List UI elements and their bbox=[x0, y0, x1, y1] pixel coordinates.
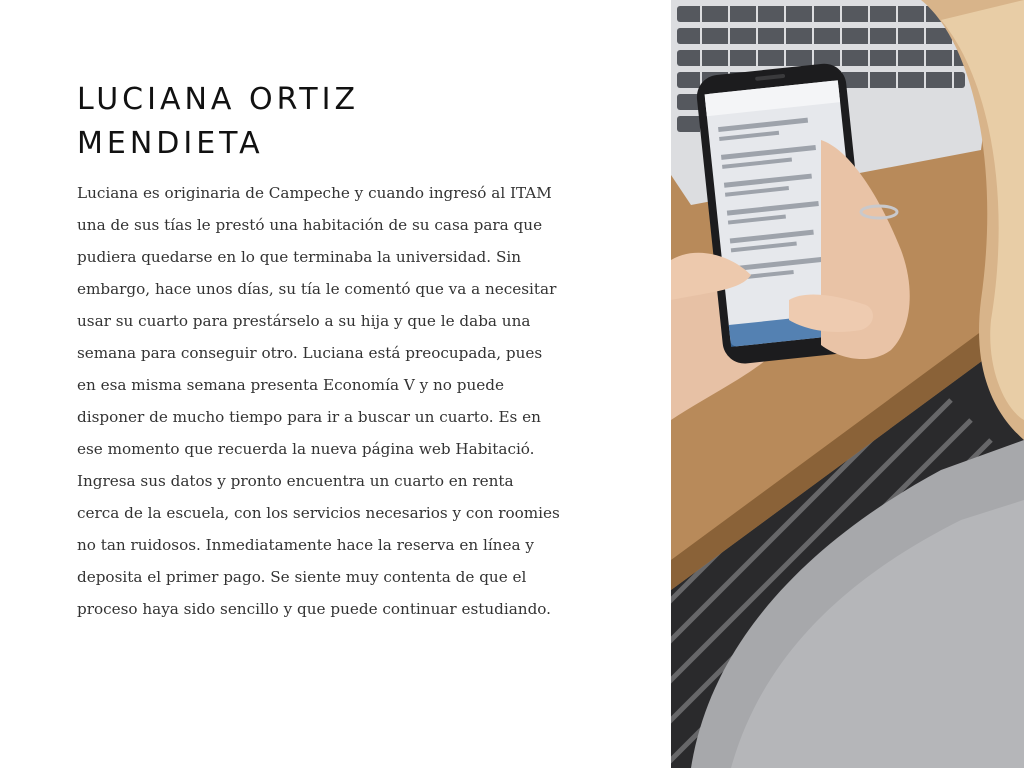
body-line: Luciana es originaria de Campeche y cuan… bbox=[77, 184, 552, 202]
body-line: no tan ruidosos. Inmediatamente hace la … bbox=[77, 536, 534, 554]
body-line: en esa misma semana presenta Economía V … bbox=[77, 376, 504, 394]
title-line-2: MENDIETA bbox=[77, 126, 264, 161]
body-line: cerca de la escuela, con los servicios n… bbox=[77, 504, 560, 522]
body-line: proceso haya sido sencillo y que puede c… bbox=[77, 600, 552, 618]
body-line: semana para conseguir otro. Luciana está… bbox=[77, 344, 543, 362]
body-line: usar su cuarto para prestárselo a su hij… bbox=[77, 312, 531, 330]
profile-description: Luciana es originaria de Campeche y cuan… bbox=[77, 177, 597, 625]
body-line: disponer de mucho tiempo para ir a busca… bbox=[77, 408, 541, 426]
body-line: Ingresa sus datos y pronto encuentra un … bbox=[77, 472, 514, 490]
text-panel: LUCIANA ORTIZ MENDIETA Luciana es origin… bbox=[0, 0, 671, 768]
slide: LUCIANA ORTIZ MENDIETA Luciana es origin… bbox=[0, 0, 1024, 768]
body-line: embargo, hace unos días, su tía le comen… bbox=[77, 280, 557, 298]
body-line: ese momento que recuerda la nueva página… bbox=[77, 440, 535, 458]
photo-woman-with-phone bbox=[671, 0, 1024, 768]
body-line: deposita el primer pago. Se siente muy c… bbox=[77, 568, 527, 586]
body-line: una de sus tías le prestó una habitación… bbox=[77, 216, 543, 234]
body-line: pudiera quedarse en lo que terminaba la … bbox=[77, 248, 521, 266]
profile-title: LUCIANA ORTIZ MENDIETA bbox=[77, 78, 637, 166]
title-line-1: LUCIANA ORTIZ bbox=[77, 82, 359, 117]
